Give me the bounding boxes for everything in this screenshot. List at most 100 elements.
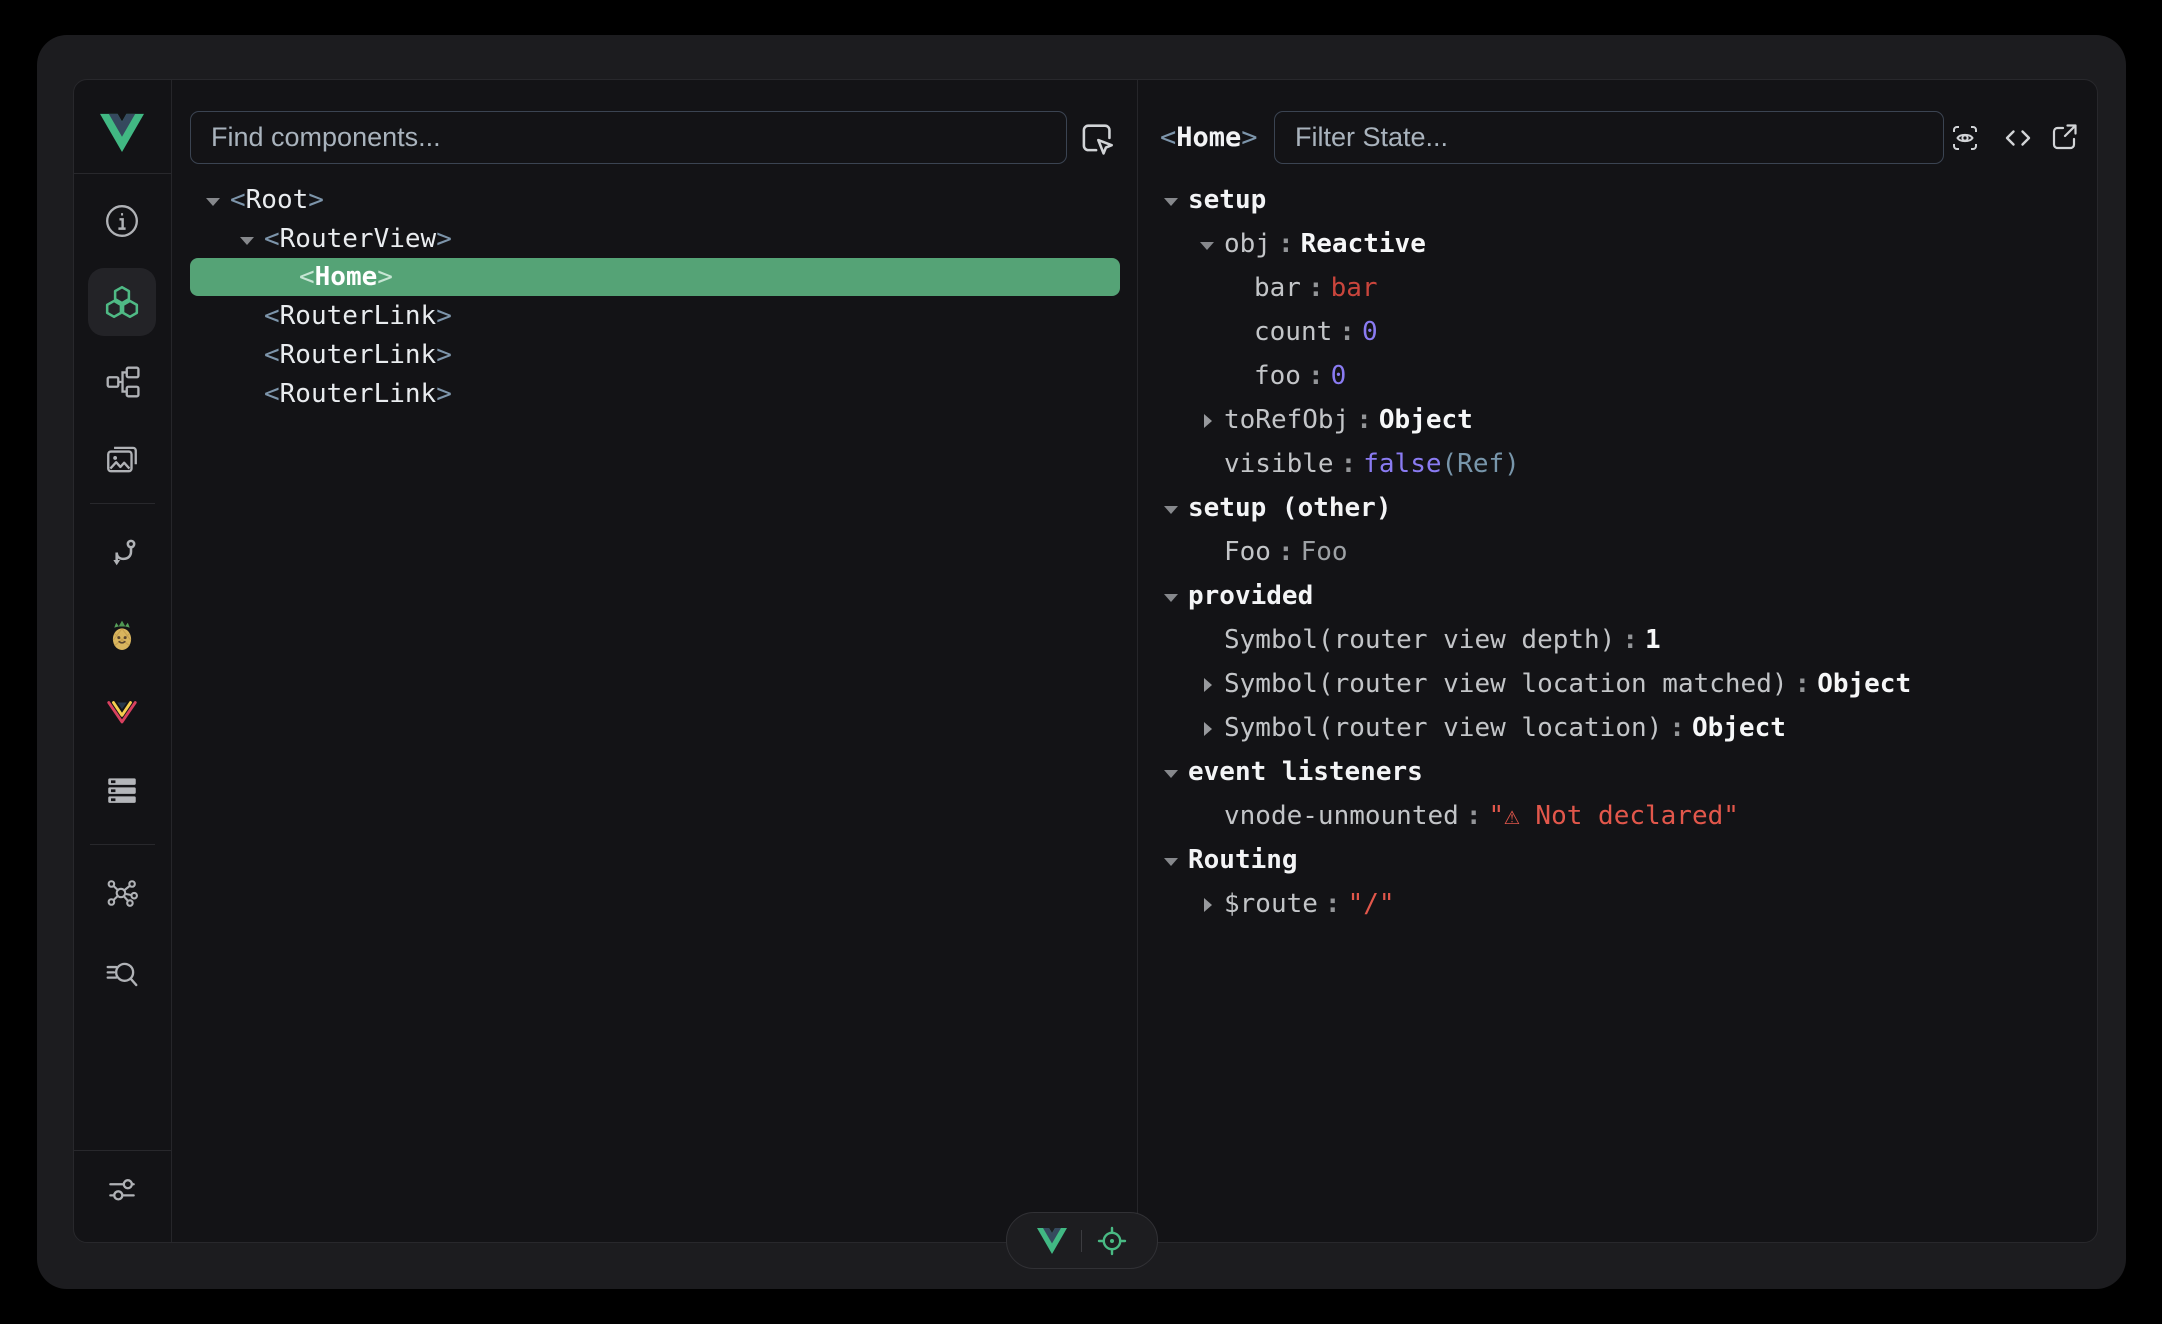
state-panel: <Home> setupobj:R — [1138, 80, 2097, 1242]
open-bracket: < — [264, 301, 280, 331]
list-icon[interactable] — [100, 768, 144, 812]
state-row-toRefObj[interactable]: toRefObj:Object — [1138, 398, 2097, 442]
code-icon[interactable] — [2001, 121, 2035, 155]
state-key: Symbol(router view depth) — [1224, 625, 1615, 655]
colon-separator: : — [1278, 229, 1294, 259]
state-row-count[interactable]: count:0 — [1138, 310, 2097, 354]
component-name: RouterLink — [280, 301, 437, 331]
state-row-Symbol-router-view-depth-[interactable]: Symbol(router view depth):1 — [1138, 618, 2097, 662]
state-key: Symbol(router view location) — [1224, 713, 1662, 743]
state-group-setup-other-[interactable]: setup (other) — [1138, 486, 2097, 530]
state-value: Object — [1692, 713, 1786, 743]
close-bracket: > — [436, 340, 452, 370]
state-row-Symbol-router-view-location-matched-[interactable]: Symbol(router view location matched):Obj… — [1138, 662, 2097, 706]
state-row--route[interactable]: $route:"/" — [1138, 882, 2097, 926]
component-name: RouterLink — [280, 379, 437, 409]
colon-separator: : — [1308, 273, 1324, 303]
colon-separator: : — [1308, 361, 1324, 391]
close-bracket: > — [308, 185, 324, 215]
vue-router-icon[interactable] — [100, 690, 144, 734]
selected-component-tag: <Home> — [1160, 111, 1258, 164]
sidebar-divider — [74, 173, 171, 174]
open-bracket: < — [264, 379, 280, 409]
state-row-foo[interactable]: foo:0 — [1138, 354, 2097, 398]
tree-node-routerlink[interactable]: <RouterLink> — [172, 296, 1137, 335]
tree-node-routerlink[interactable]: <RouterLink> — [172, 335, 1137, 374]
graph-icon[interactable] — [100, 871, 144, 915]
pages-icon[interactable] — [100, 437, 144, 481]
state-value: Foo — [1301, 537, 1348, 567]
state-value: 0 — [1362, 317, 1378, 347]
expand-toggle-icon[interactable] — [1164, 590, 1178, 604]
info-icon[interactable] — [100, 199, 144, 243]
state-value: 1 — [1645, 625, 1661, 655]
expand-toggle-icon[interactable] — [206, 194, 220, 208]
tree-node-routerlink[interactable]: <RouterLink> — [172, 374, 1137, 413]
tree-node-home[interactable]: <Home> — [190, 258, 1120, 296]
router-route-icon[interactable] — [100, 530, 144, 574]
expand-toggle-icon[interactable] — [1164, 502, 1178, 516]
colon-separator: : — [1356, 405, 1372, 435]
settings-sliders-icon[interactable] — [100, 1167, 144, 1211]
state-group-label: Routing — [1188, 845, 1298, 875]
open-bracket: < — [1160, 122, 1176, 153]
colon-separator: : — [1339, 317, 1355, 347]
state-group-label: setup (other) — [1188, 493, 1392, 523]
state-row-visible[interactable]: visible:false(Ref) — [1138, 442, 2097, 486]
expand-toggle-icon[interactable] — [1164, 766, 1178, 780]
colon-separator: : — [1795, 669, 1811, 699]
expand-toggle-icon[interactable] — [240, 233, 254, 247]
tree-node-routerview[interactable]: <RouterView> — [172, 219, 1137, 258]
select-component-icon[interactable] — [1075, 119, 1115, 159]
state-group-Routing[interactable]: Routing — [1138, 838, 2097, 882]
state-row-obj[interactable]: obj:Reactive — [1138, 222, 2097, 266]
find-components-input[interactable] — [190, 111, 1067, 164]
expand-toggle-icon[interactable] — [1200, 678, 1214, 692]
state-row-Symbol-router-view-location-[interactable]: Symbol(router view location):Object — [1138, 706, 2097, 750]
expand-toggle-icon[interactable] — [1200, 414, 1214, 428]
state-row-bar[interactable]: bar:bar — [1138, 266, 2097, 310]
state-group-provided[interactable]: provided — [1138, 574, 2097, 618]
state-group-label: provided — [1188, 581, 1313, 611]
external-link-icon[interactable] — [2047, 121, 2081, 155]
open-bracket: < — [264, 340, 280, 370]
component-name: Root — [246, 185, 309, 215]
close-bracket: > — [1241, 122, 1257, 153]
close-bracket: > — [377, 262, 393, 292]
tree-node-root[interactable]: <Root> — [172, 180, 1137, 219]
floating-toolbar — [1006, 1212, 1158, 1269]
close-bracket: > — [436, 301, 452, 331]
expand-toggle-icon[interactable] — [1200, 898, 1214, 912]
filter-state-input[interactable] — [1274, 111, 1944, 164]
state-group-label: setup — [1188, 185, 1266, 215]
state-row-Foo[interactable]: Foo:Foo — [1138, 530, 2097, 574]
component-tree: <Root><RouterView><Home><RouterLink><Rou… — [172, 180, 1137, 413]
state-key: obj — [1224, 229, 1271, 259]
pinia-pineapple-icon[interactable] — [100, 614, 144, 658]
colon-separator: : — [1325, 889, 1341, 919]
expand-toggle-icon[interactable] — [1164, 854, 1178, 868]
state-group-event-listeners[interactable]: event listeners — [1138, 750, 2097, 794]
expand-toggle-icon[interactable] — [1164, 194, 1178, 208]
vue-logo[interactable] — [1037, 1228, 1067, 1254]
state-inspector: setupobj:Reactivebar:barcount:0foo:0toRe… — [1138, 178, 2097, 926]
components-icon[interactable] — [100, 280, 144, 324]
component-name: RouterLink — [280, 340, 437, 370]
state-row-vnode-unmounted[interactable]: vnode-unmounted:"⚠ Not declared" — [1138, 794, 2097, 838]
crosshair-icon[interactable] — [1096, 1225, 1128, 1257]
state-value: "⚠ Not declared" — [1488, 801, 1738, 831]
tree-icon[interactable] — [100, 360, 144, 404]
colon-separator: : — [1622, 625, 1638, 655]
inspect-search-icon[interactable] — [100, 953, 144, 997]
state-group-setup[interactable]: setup — [1138, 178, 2097, 222]
state-value: Object — [1817, 669, 1911, 699]
colon-separator: : — [1466, 801, 1482, 831]
expand-toggle-icon[interactable] — [1200, 722, 1214, 736]
eye-scan-icon[interactable] — [1948, 121, 1982, 155]
sidebar — [74, 80, 172, 1242]
open-bracket: < — [299, 262, 315, 292]
state-value-suffix: (Ref) — [1442, 449, 1520, 479]
close-bracket: > — [436, 379, 452, 409]
state-key: count — [1254, 317, 1332, 347]
expand-toggle-icon[interactable] — [1200, 238, 1214, 252]
